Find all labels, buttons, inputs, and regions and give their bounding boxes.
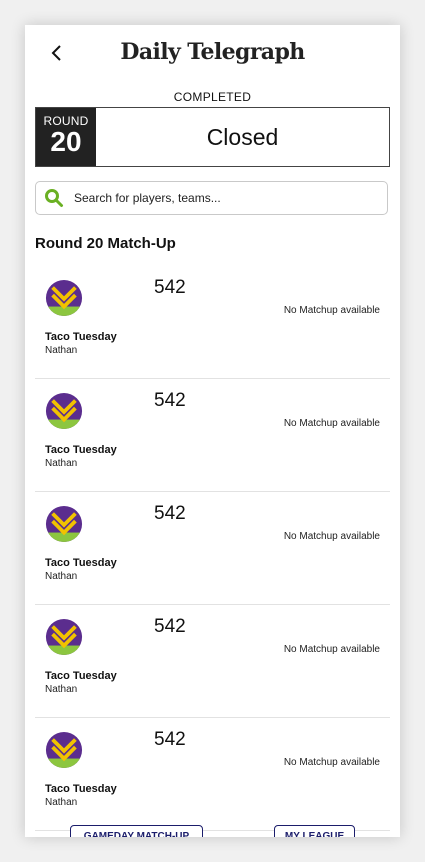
team-score: 542	[154, 277, 186, 298]
owner-name: Nathan	[45, 684, 78, 695]
matchup-note: No Matchup available	[283, 531, 380, 542]
round-state: Closed	[206, 123, 279, 150]
matchup-row[interactable]: 542 No Matchup available Taco Tuesday Na…	[35, 266, 390, 379]
matchup-note: No Matchup available	[283, 418, 380, 429]
team-chevron-logo	[45, 279, 83, 317]
team-score: 542	[154, 729, 186, 750]
owner-name: Nathan	[45, 571, 78, 582]
matchup-list: 542 No Matchup available Taco Tuesday Na…	[35, 266, 390, 831]
matchup-row[interactable]: 542 No Matchup available Taco Tuesday Na…	[35, 492, 390, 605]
team-chevron-logo	[45, 731, 83, 769]
team-name: Taco Tuesday	[45, 444, 117, 456]
round-status: COMPLETED	[173, 90, 252, 104]
round-label: ROUND	[43, 114, 89, 128]
logo-text: Daily Telegraph	[120, 39, 305, 65]
matchup-row[interactable]: 542 No Matchup available Taco Tuesday Na…	[35, 718, 390, 831]
matchup-note: No Matchup available	[283, 644, 380, 655]
team-name: Taco Tuesday	[45, 783, 117, 795]
round-number: 20	[50, 126, 82, 157]
team-name: Taco Tuesday	[45, 331, 117, 343]
matchup-row[interactable]: 542 No Matchup available Taco Tuesday Na…	[35, 605, 390, 718]
team-name: Taco Tuesday	[45, 557, 117, 569]
team-chevron-logo	[45, 505, 83, 543]
my-league-button[interactable]: MY LEAGUE	[274, 825, 355, 837]
search-input[interactable]	[74, 191, 387, 205]
team-score: 542	[154, 390, 186, 411]
team-score: 542	[154, 616, 186, 637]
app-screen: Daily Telegraph COMPLETED ROUND 20 Close…	[25, 25, 400, 837]
matchup-row[interactable]: 542 No Matchup available Taco Tuesday Na…	[35, 379, 390, 492]
bottom-bar: GAMEDAY MATCH-UP MY LEAGUE	[25, 825, 400, 837]
owner-name: Nathan	[45, 797, 78, 808]
section-title: Round 20 Match-Up	[35, 235, 176, 252]
matchup-note: No Matchup available	[283, 757, 380, 768]
team-chevron-logo	[45, 618, 83, 656]
round-header: ROUND 20 Closed	[35, 107, 390, 167]
team-chevron-logo	[45, 392, 83, 430]
search-bar[interactable]	[35, 181, 388, 215]
search-icon	[44, 187, 66, 209]
round-number-block: ROUND 20	[36, 108, 96, 166]
header: Daily Telegraph	[25, 25, 400, 87]
owner-name: Nathan	[45, 345, 78, 356]
gameday-matchup-button[interactable]: GAMEDAY MATCH-UP	[70, 825, 203, 837]
owner-name: Nathan	[45, 458, 78, 469]
matchup-note: No Matchup available	[283, 305, 380, 316]
daily-telegraph-logo: Daily Telegraph	[25, 39, 400, 65]
team-score: 542	[154, 503, 186, 524]
team-name: Taco Tuesday	[45, 670, 117, 682]
